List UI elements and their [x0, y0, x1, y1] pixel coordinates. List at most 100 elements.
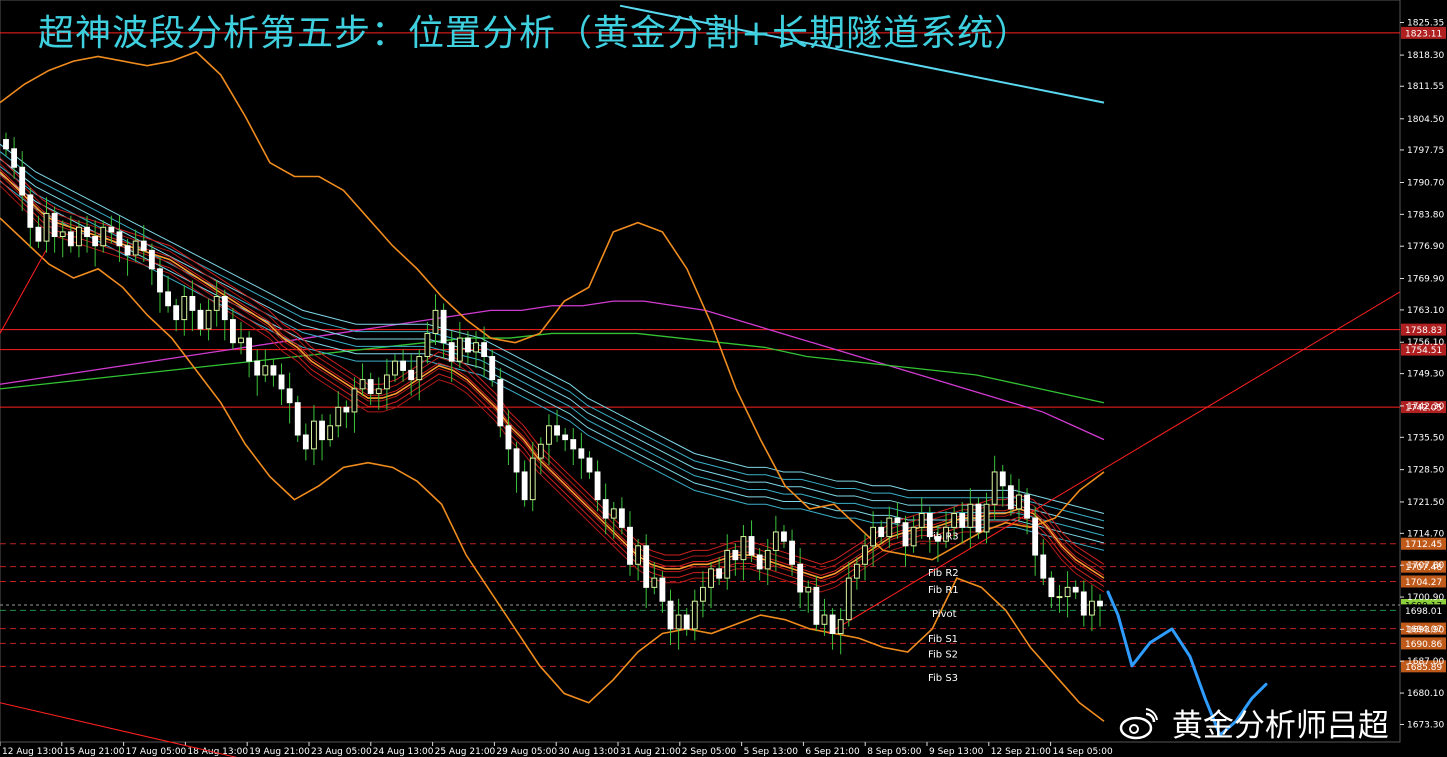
candle-body-78: [635, 545, 642, 565]
price-tag-8: 1698.01: [1405, 607, 1442, 617]
y-tick-label-4: 1797.75: [1407, 146, 1444, 156]
candle-body-92: [748, 536, 755, 556]
candle-body-13: [108, 226, 115, 233]
candle-body-112: [910, 526, 917, 547]
candle-body-18: [148, 249, 155, 270]
candle-body-28: [229, 319, 236, 344]
ema-slow-band-0: [0, 180, 1105, 551]
fib-label-4: Fib S1: [928, 634, 958, 645]
price-tag-10: 1690.86: [1405, 640, 1442, 650]
y-tick-label-17: 1707.80: [1407, 561, 1444, 571]
candle-body-71: [578, 448, 585, 459]
candle-body-113: [918, 512, 925, 528]
candle-body-70: [570, 439, 577, 450]
candle-body-83: [675, 614, 682, 630]
candle-body-41: [335, 406, 342, 427]
candle-body-61: [497, 379, 504, 427]
x-tick-label-16: 12 Sep 21:00: [991, 747, 1051, 757]
candle-body-73: [594, 471, 601, 501]
candle-body-0: [3, 139, 9, 150]
candle-body-125: [1016, 494, 1022, 510]
candle-body-98: [797, 563, 804, 593]
candle-body-40: [327, 425, 334, 441]
candle-body-110: [894, 517, 901, 524]
y-tick-label-1: 1818.30: [1407, 51, 1444, 61]
candle-body-50: [408, 369, 415, 381]
price-tag-1: 1758.83: [1405, 326, 1442, 336]
ema-fast-band-4: [0, 163, 1105, 571]
candle-body-46: [375, 388, 382, 394]
fib-label-5: Fib S2: [928, 649, 958, 660]
candle-body-59: [481, 342, 488, 358]
candle-body-97: [789, 540, 795, 565]
candle-body-1: [11, 148, 18, 168]
candle-body-56: [456, 337, 463, 362]
price-tag-4: 1712.45: [1405, 540, 1442, 550]
candle-body-117: [951, 512, 958, 528]
candle-body-135: [1097, 600, 1103, 607]
x-tick-label-12: 5 Sep 13:00: [744, 747, 799, 757]
candle-body-102: [829, 614, 836, 635]
candle-body-76: [618, 508, 625, 528]
candle-body-15: [124, 245, 131, 256]
fib-label-2: Fib R1: [928, 585, 959, 596]
y-tick-label-20: 1687.00: [1407, 657, 1444, 667]
candle-body-95: [772, 531, 779, 551]
y-tick-label-11: 1749.30: [1407, 370, 1444, 380]
candle-body-105: [853, 563, 860, 579]
candle-body-17: [140, 240, 147, 251]
candle-body-131: [1064, 586, 1071, 598]
x-tick-label-11: 2 Sep 05:00: [682, 747, 737, 757]
y-tick-label-6: 1783.80: [1407, 210, 1444, 220]
candle-body-104: [845, 577, 852, 621]
x-tick-label-4: 19 Aug 21:00: [249, 747, 310, 757]
weibo-icon: [1119, 708, 1158, 740]
candle-body-9: [76, 226, 82, 247]
candle-body-68: [554, 425, 560, 436]
candle-body-20: [165, 291, 171, 307]
candle-body-66: [537, 443, 544, 459]
candle-body-123: [999, 471, 1006, 487]
x-tick-label-2: 17 Aug 05:00: [126, 747, 187, 757]
candle-body-119: [967, 503, 974, 528]
candle-body-81: [659, 577, 666, 602]
candle-body-86: [700, 586, 706, 602]
candle-body-24: [197, 309, 204, 330]
candle-body-10: [84, 226, 90, 238]
y-tick-label-7: 1776.90: [1407, 242, 1444, 252]
candle-body-2: [19, 166, 26, 196]
trend-line-early: [0, 250, 47, 334]
candle-body-23: [189, 296, 196, 311]
x-tick-label-15: 9 Sep 13:00: [929, 747, 984, 757]
candle-body-118: [959, 512, 966, 528]
y-tick-label-19: 1693.90: [1407, 625, 1444, 635]
candle-body-107: [870, 526, 877, 547]
candle-body-51: [416, 356, 423, 381]
candle-body-5: [43, 212, 50, 242]
candle-body-122: [991, 471, 998, 505]
candle-body-31: [254, 360, 261, 376]
candle-body-6: [51, 212, 58, 238]
ema-fast-band-3: [0, 168, 1105, 576]
candle-body-33: [270, 365, 277, 376]
candle-body-106: [862, 545, 868, 565]
candle-body-34: [278, 374, 285, 390]
candle-body-130: [1056, 596, 1063, 599]
y-tick-label-13: 1735.50: [1407, 433, 1444, 443]
fib-label-3: Pivot: [932, 609, 957, 620]
candle-body-44: [359, 379, 366, 390]
candle-body-108: [878, 526, 885, 538]
x-tick-label-0: 12 Aug 13:00: [2, 747, 63, 757]
candle-body-32: [262, 365, 269, 376]
candle-body-126: [1024, 494, 1030, 519]
candle-body-134: [1088, 600, 1095, 616]
candle-body-42: [343, 406, 350, 413]
candle-body-22: [181, 296, 188, 321]
x-tick-label-1: 15 Aug 21:00: [64, 747, 125, 757]
candle-body-89: [724, 549, 731, 579]
candle-body-57: [464, 337, 471, 353]
candle-body-100: [813, 586, 820, 625]
price-chart[interactable]: 1823.111758.831754.511742.051712.451707.…: [0, 0, 1447, 757]
ema-fast-band-5: [0, 157, 1105, 565]
candle-body-54: [440, 309, 447, 344]
